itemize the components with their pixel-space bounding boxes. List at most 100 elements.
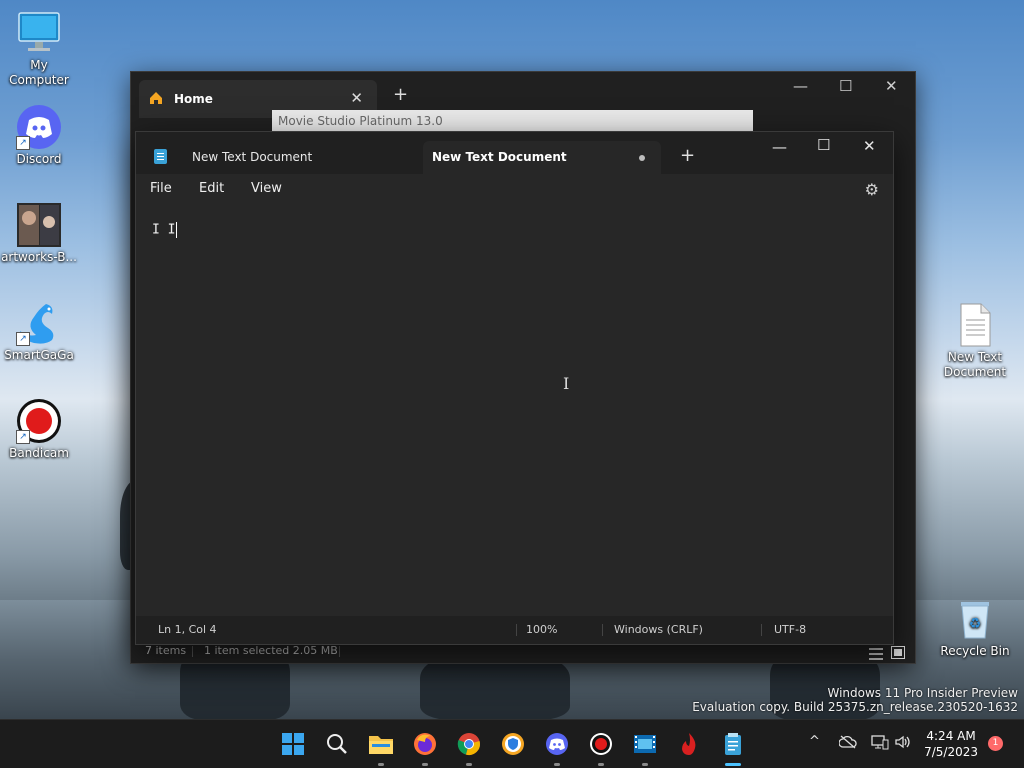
notepad-tab-2-active[interactable]: New Text Document xyxy=(423,141,661,174)
tab-label: New Text Document xyxy=(432,150,567,164)
running-indicator xyxy=(598,763,604,766)
text-caret xyxy=(176,222,178,238)
desktop-icon-label: New Text Document xyxy=(943,350,1007,379)
taskbar-notepad[interactable] xyxy=(717,728,749,766)
firefox-icon xyxy=(414,733,436,755)
flame-icon xyxy=(682,733,696,755)
details-view-icon[interactable] xyxy=(869,645,883,669)
cloud-offline-icon[interactable] xyxy=(838,735,857,753)
desktop-icon-label: Discord xyxy=(16,152,62,166)
taskbar-firefox[interactable] xyxy=(409,728,441,766)
monitor-icon xyxy=(16,10,62,56)
taskbar-red-app[interactable] xyxy=(673,728,705,760)
desktop-icon-discord[interactable]: ↗ Discord xyxy=(1,104,77,167)
maximize-icon[interactable]: ☐ xyxy=(839,77,852,95)
status-zoom[interactable]: 100% xyxy=(526,616,557,644)
watermark-line-2: Evaluation copy. Build 25375.zn_release.… xyxy=(692,700,1018,714)
status-separator xyxy=(761,624,762,636)
discord-icon: ↗ xyxy=(16,104,62,150)
clock-time: 4:24 AM xyxy=(926,729,976,743)
status-separator xyxy=(516,624,517,636)
desktop-icon-label: Bandicam xyxy=(9,446,69,460)
close-icon[interactable]: ✕ xyxy=(863,137,876,155)
menu-view[interactable]: View xyxy=(251,181,282,196)
text-editor-area[interactable]: I I xyxy=(152,222,178,238)
status-line-ending[interactable]: Windows (CRLF) xyxy=(614,616,703,644)
system-clock[interactable]: 4:24 AM 7/5/2023 xyxy=(924,728,978,760)
windows-logo-icon xyxy=(282,733,304,755)
shield-lock-icon xyxy=(502,733,524,755)
status-separator xyxy=(192,646,193,657)
swan-icon: ↗ xyxy=(16,300,62,346)
watermark-line-1: Windows 11 Pro Insider Preview xyxy=(827,686,1018,700)
taskbar-file-explorer[interactable] xyxy=(365,728,397,766)
taskbar-vpn-app[interactable] xyxy=(497,728,529,760)
mouse-ibeam-cursor-icon: I xyxy=(563,374,570,393)
close-icon[interactable]: ✕ xyxy=(885,77,898,95)
close-tab-icon[interactable]: ✕ xyxy=(350,89,363,107)
record-icon: ↗ xyxy=(16,398,62,444)
running-indicator xyxy=(642,763,648,766)
film-strip-icon xyxy=(634,735,656,753)
desktop-icon-smartgaga[interactable]: ↗ SmartGaGa xyxy=(1,300,77,363)
folder-icon xyxy=(369,736,393,754)
tab-label: New Text Document xyxy=(192,150,313,164)
search-icon xyxy=(327,734,347,754)
menu-file[interactable]: File xyxy=(150,181,172,196)
address-bar[interactable]: Movie Studio Platinum 13.0 xyxy=(272,110,753,132)
text-file-icon xyxy=(952,302,998,348)
show-hidden-icons-chevron-up-icon[interactable]: ^ xyxy=(809,734,820,749)
explorer-tab-label: Home xyxy=(174,92,213,106)
evaluation-watermark: Windows 11 Pro Insider Preview Evaluatio… xyxy=(692,686,1018,714)
desktop-icon-artworks[interactable]: artworks-B... xyxy=(1,202,77,265)
taskbar-chrome[interactable] xyxy=(453,728,485,766)
chrome-icon xyxy=(457,733,480,755)
notepad-tab-bar: New Text Document New Text Document + — … xyxy=(136,132,893,174)
desktop-icon-label: My Computer xyxy=(9,58,69,87)
search-button[interactable] xyxy=(321,728,353,760)
record-icon xyxy=(590,733,612,755)
notepad-status-bar: Ln 1, Col 4 100% Windows (CRLF) UTF-8 xyxy=(136,616,893,644)
status-cursor-position: Ln 1, Col 4 xyxy=(158,623,217,636)
desktop-icon-label: Recycle Bin xyxy=(940,644,1010,658)
minimize-icon[interactable]: — xyxy=(772,138,787,156)
settings-gear-icon[interactable]: ⚙ xyxy=(865,180,879,199)
status-encoding[interactable]: UTF-8 xyxy=(774,616,806,644)
shortcut-arrow-icon: ↗ xyxy=(16,430,30,444)
clock-date: 7/5/2023 xyxy=(924,745,978,759)
desktop-icon-label: artworks-B... xyxy=(1,250,77,264)
network-icon[interactable] xyxy=(871,734,889,754)
minimize-icon[interactable]: — xyxy=(793,77,808,95)
shortcut-arrow-icon: ↗ xyxy=(16,332,30,346)
notepad-window[interactable]: New Text Document New Text Document + — … xyxy=(135,131,894,645)
running-indicator xyxy=(422,763,428,766)
new-tab-icon[interactable]: + xyxy=(393,84,408,105)
running-indicator xyxy=(554,763,560,766)
menu-bar: File Edit View ⚙ xyxy=(136,174,893,206)
discord-icon xyxy=(546,733,568,755)
menu-edit[interactable]: Edit xyxy=(199,181,224,196)
notepad-tab-1[interactable]: New Text Document xyxy=(146,141,422,174)
status-separator xyxy=(602,624,603,636)
desktop-icon-bandicam[interactable]: ↗ Bandicam xyxy=(1,398,77,461)
desktop-icon-recycle-bin[interactable]: ♻ Recycle Bin xyxy=(937,596,1013,659)
taskbar-discord[interactable] xyxy=(541,728,573,766)
maximize-icon[interactable]: ☐ xyxy=(817,136,830,154)
running-indicator xyxy=(466,763,472,766)
volume-icon[interactable] xyxy=(894,734,912,754)
taskbar-movie-studio[interactable] xyxy=(629,728,661,766)
notepad-icon xyxy=(154,149,167,164)
notification-badge[interactable]: 1 xyxy=(988,736,1003,751)
unsaved-dot-icon[interactable] xyxy=(639,155,645,161)
image-thumbnail-icon xyxy=(16,202,62,248)
start-button[interactable] xyxy=(277,728,309,760)
tiles-view-icon[interactable] xyxy=(891,644,905,668)
new-tab-icon[interactable]: + xyxy=(680,145,695,166)
notepad-icon xyxy=(725,733,741,755)
taskbar-bandicam[interactable] xyxy=(585,728,617,766)
home-icon xyxy=(148,90,164,110)
running-indicator xyxy=(378,763,384,766)
desktop-icon-my-computer[interactable]: My Computer xyxy=(1,10,77,88)
status-separator xyxy=(339,646,340,657)
desktop-icon-new-text-document[interactable]: New Text Document xyxy=(937,302,1013,380)
